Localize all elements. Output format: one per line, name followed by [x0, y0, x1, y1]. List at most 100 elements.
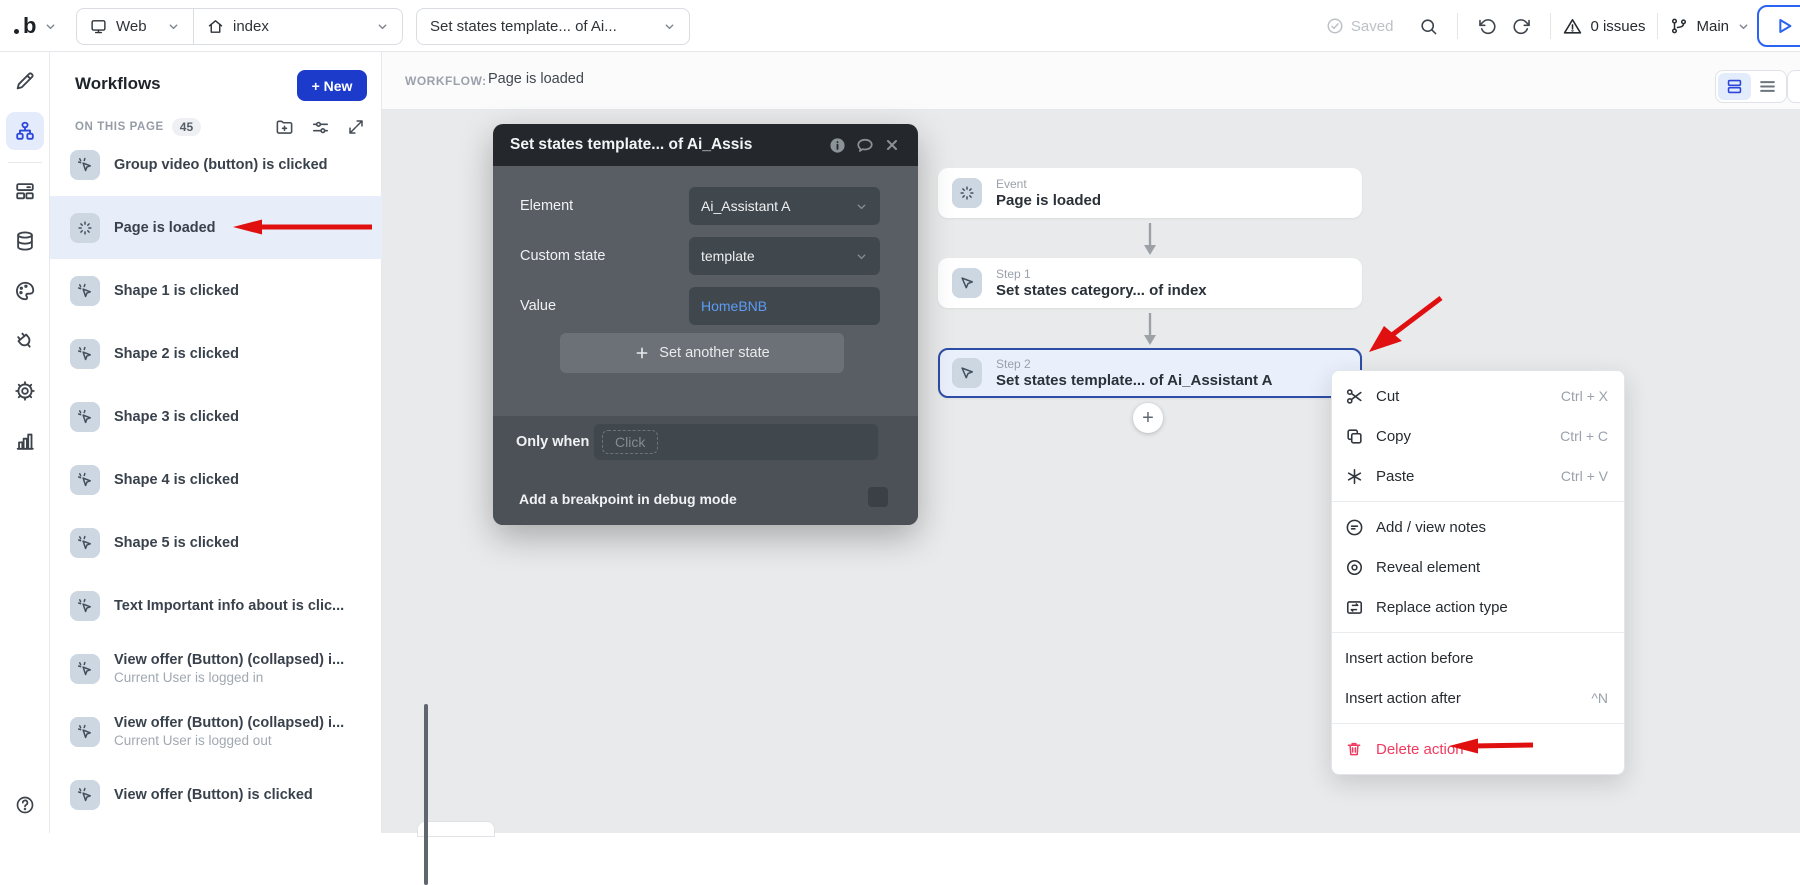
click-event-icon [70, 717, 100, 747]
workflow-item-label: Shape 1 is clicked [114, 283, 239, 299]
redo-icon [1512, 17, 1531, 36]
rail-item-data[interactable] [6, 222, 44, 260]
menu-item-cut[interactable]: Cut Ctrl + X [1332, 376, 1624, 416]
add-action-button[interactable]: + [1133, 403, 1163, 433]
issues-button[interactable]: 0 issues [1563, 17, 1645, 36]
saved-label: Saved [1351, 18, 1394, 35]
canvas-header: WORKFLOW: Page is loaded [382, 52, 1800, 110]
bubble-logo[interactable]: b [14, 13, 57, 39]
menu-item-delete-action[interactable]: Delete action [1332, 729, 1624, 769]
bar-chart-icon [14, 430, 36, 452]
rail-item-design[interactable] [6, 62, 44, 100]
workflow-list-item[interactable]: View offer (Button) is clicked [50, 763, 382, 826]
panel-title: Workflows [75, 74, 161, 94]
panel-scrollbar[interactable] [424, 704, 428, 885]
workflow-icon [14, 120, 36, 142]
field-value[interactable]: template [689, 237, 880, 275]
workflow-list-item[interactable]: Group video (button) is clicked [50, 133, 382, 196]
menu-item-label: Delete action [1376, 741, 1597, 758]
divider [1657, 13, 1658, 39]
undo-button[interactable] [1470, 9, 1504, 43]
workflow-list-item[interactable]: Text Important info about is clic... [50, 574, 382, 637]
workflow-list-item[interactable]: Shape 4 is clicked [50, 448, 382, 511]
redo-button[interactable] [1504, 9, 1538, 43]
page-dropdown[interactable]: index [194, 9, 402, 44]
rail-item-reusables[interactable] [6, 172, 44, 210]
workflow-list-item[interactable]: Shape 1 is clicked [50, 259, 382, 322]
rail-item-plugins[interactable] [6, 322, 44, 360]
workflow-item-label: View offer (Button) (collapsed) i... [114, 715, 344, 731]
dialog-header[interactable]: Set states template... of Ai_Assis [493, 124, 918, 166]
workflow-list-item[interactable]: View offer (Button) (collapsed) i... Cur… [50, 637, 382, 700]
rail-item-workflow[interactable] [6, 112, 44, 150]
workflow-list-item[interactable]: Shape 2 is clicked [50, 322, 382, 385]
warning-icon [1563, 17, 1582, 36]
workflow-list-item[interactable]: Page is loaded [50, 196, 382, 259]
help-button[interactable] [6, 786, 44, 824]
field-value[interactable]: HomeBNB [689, 287, 880, 325]
workflow-item-label: Group video (button) is clicked [114, 157, 328, 173]
rail-item-logs[interactable] [6, 422, 44, 460]
workflow-item-label: Shape 2 is clicked [114, 346, 239, 362]
menu-item-paste[interactable]: Paste Ctrl + V [1332, 456, 1624, 496]
left-rail [0, 52, 50, 833]
clipped-toolbar-button[interactable] [1787, 70, 1800, 103]
scissors-icon [1345, 387, 1365, 406]
menu-item-copy[interactable]: Copy Ctrl + C [1332, 416, 1624, 456]
platform-page-switcher: Web index [76, 8, 403, 45]
divider [8, 162, 42, 163]
zoom-control-clipped[interactable] [417, 821, 495, 837]
chevron-down-icon [855, 250, 868, 263]
workflow-list-item[interactable]: Shape 3 is clicked [50, 385, 382, 448]
cards-view-icon [1725, 77, 1744, 96]
topbar: b Web index Set states template... of Ai… [0, 0, 1800, 52]
workflow-selector-dropdown[interactable]: Set states template... of Ai... [416, 8, 690, 45]
info-icon[interactable] [829, 137, 846, 154]
click-event-icon [70, 402, 100, 432]
branch-dropdown[interactable]: Main [1670, 17, 1750, 35]
workflow-list-item[interactable]: View offer (Button) (collapsed) i... Cur… [50, 700, 382, 763]
issues-label: 0 issues [1590, 18, 1645, 35]
only-when-placeholder: Click [602, 430, 658, 454]
workflow-selector-label: Set states template... of Ai... [430, 18, 663, 35]
plus-icon [634, 345, 650, 361]
logo-dot [14, 29, 19, 34]
gear-icon [14, 380, 36, 402]
cards-view-button[interactable] [1718, 73, 1751, 100]
menu-divider [1332, 501, 1624, 502]
rail-item-settings[interactable] [6, 372, 44, 410]
workflow-step-card[interactable]: Step 2 Set states template... of Ai_Assi… [938, 348, 1362, 398]
workflow-step-card[interactable]: Step 1 Set states category... of index [938, 258, 1362, 308]
comment-icon[interactable] [856, 136, 874, 154]
workflow-list-item[interactable]: Shape 5 is clicked [50, 511, 382, 574]
topbar-actions: Saved 0 issues Main [1326, 0, 1750, 52]
platform-dropdown[interactable]: Web [77, 9, 194, 44]
workflow-item-label: View offer (Button) (collapsed) i... [114, 652, 344, 668]
close-icon[interactable] [884, 137, 900, 153]
menu-item-label: Add / view notes [1376, 519, 1597, 536]
menu-item-reveal-element[interactable]: Reveal element [1332, 547, 1624, 587]
list-view-button[interactable] [1751, 73, 1784, 100]
menu-item-insert-action-after[interactable]: Insert action after ^N [1332, 678, 1624, 718]
rail-item-styles[interactable] [6, 272, 44, 310]
field-value[interactable]: Ai_Assistant A [689, 187, 880, 225]
only-when-label: Only when [516, 434, 589, 450]
new-workflow-button[interactable]: + New [297, 70, 367, 101]
menu-divider [1332, 723, 1624, 724]
preview-button[interactable] [1757, 5, 1800, 47]
workflow-step-card[interactable]: Event Page is loaded [938, 168, 1362, 218]
context-menu: Cut Ctrl + X Copy Ctrl + C Paste Ctrl + … [1331, 370, 1625, 775]
menu-item-add-view-notes[interactable]: Add / view notes [1332, 507, 1624, 547]
home-icon [207, 18, 224, 35]
menu-item-insert-action-before[interactable]: Insert action before [1332, 638, 1624, 678]
set-another-state-button[interactable]: Set another state [560, 333, 844, 373]
menu-item-replace-action-type[interactable]: Replace action type [1332, 587, 1624, 627]
plug-icon [14, 330, 36, 352]
workflow-item-label: Shape 4 is clicked [114, 472, 239, 488]
menu-item-shortcut: ^N [1591, 690, 1608, 706]
breakpoint-checkbox[interactable] [868, 487, 888, 507]
replace-icon [1345, 598, 1365, 617]
search-button[interactable] [1411, 9, 1445, 43]
workflows-panel: Workflows + New ON THIS PAGE 45 Group vi… [50, 52, 382, 833]
only-when-input[interactable]: Click [594, 424, 878, 460]
